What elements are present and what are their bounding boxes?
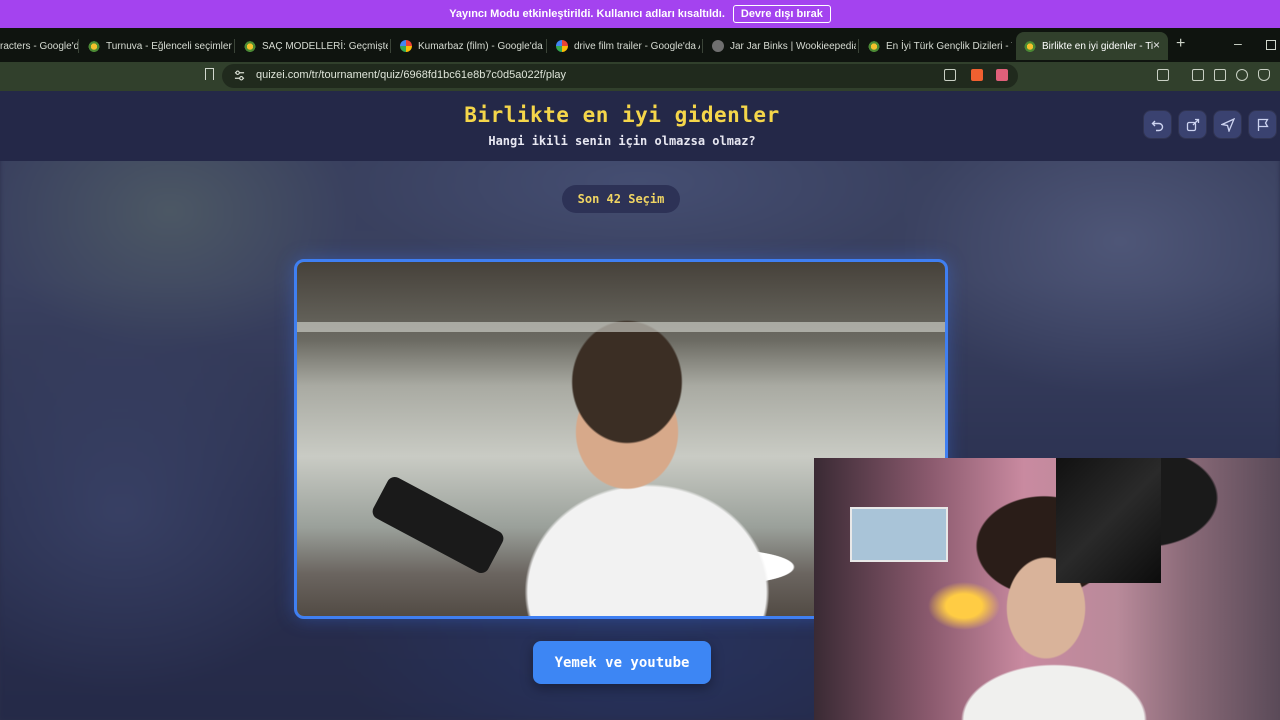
- tab-genclik-dizileri[interactable]: En İyi Türk Gençlik Dizileri - T: [860, 32, 1012, 60]
- undo-button[interactable]: [1144, 111, 1171, 138]
- url-text: quizei.com/tr/tournament/quiz/6968fd1bc6…: [256, 69, 567, 81]
- tab-divider: [702, 39, 703, 53]
- share-icon: [1186, 118, 1199, 131]
- tab-divider: [546, 39, 547, 53]
- quiz-header: Birlikte en iyi gidenler Hangi ikili sen…: [0, 91, 1280, 161]
- share-page-icon[interactable]: [944, 69, 956, 81]
- google-icon: [556, 40, 568, 52]
- tab-google-characters[interactable]: racters - Google'd: [0, 32, 78, 60]
- tab-label: Birlikte en iyi gidenler - Ti: [1042, 40, 1154, 52]
- omnibox[interactable]: quizei.com/tr/tournament/quiz/6968fd1bc6…: [222, 64, 1018, 88]
- quiz-icon: [244, 40, 256, 52]
- tab-label: Jar Jar Binks | Wookieepedia | F: [730, 40, 856, 52]
- tab-label: En İyi Türk Gençlik Dizileri - T: [886, 40, 1012, 52]
- tab-label: drive film trailer - Google'da A: [574, 40, 700, 52]
- minimize-window-button[interactable]: –: [1234, 35, 1242, 51]
- share-button[interactable]: [1179, 111, 1206, 138]
- tab-label: Kumarbaz (film) - Google'da A: [418, 40, 544, 52]
- vpn-shield-icon[interactable]: [1258, 69, 1270, 81]
- tab-drive-trailer[interactable]: drive film trailer - Google'da A: [548, 32, 700, 60]
- wallet-icon[interactable]: [1214, 69, 1226, 81]
- round-badge: Son 42 Seçim: [562, 185, 680, 213]
- tab-kumarbaz[interactable]: Kumarbaz (film) - Google'da A: [392, 32, 544, 60]
- tab-turnuva[interactable]: Turnuva - Eğlenceli seçimler y: [80, 32, 232, 60]
- tab-divider: [858, 39, 859, 53]
- maximize-window-button[interactable]: [1266, 40, 1276, 50]
- disable-streamer-mode-button[interactable]: Devre dışı bırak: [732, 5, 831, 23]
- address-bar-row: quizei.com/tr/tournament/quiz/6968fd1bc6…: [0, 62, 1280, 91]
- tab-label: Turnuva - Eğlenceli seçimler y: [106, 40, 232, 52]
- tab-divider: [78, 39, 79, 53]
- bookmark-icon[interactable]: [205, 68, 214, 80]
- new-tab-button[interactable]: +: [1176, 35, 1185, 53]
- quiz-subtitle: Hangi ikili senin için olmazsa olmaz?: [488, 134, 756, 148]
- background-monitor: [850, 507, 948, 562]
- webcam-overlay: [814, 458, 1280, 720]
- tab-divider: [234, 39, 235, 53]
- quiz-icon: [868, 40, 880, 52]
- banner-message: Yayıncı Modu etkinleştirildi. Kullanıcı …: [449, 8, 725, 20]
- google-icon: [400, 40, 412, 52]
- wall-poster: [1056, 458, 1161, 583]
- site-settings-icon[interactable]: [234, 70, 245, 81]
- brave-rewards-icon[interactable]: [996, 69, 1008, 81]
- report-button[interactable]: [1249, 111, 1276, 138]
- choice-button[interactable]: Yemek ve youtube: [533, 641, 711, 684]
- leo-ai-icon[interactable]: [1236, 69, 1248, 81]
- send-button[interactable]: [1214, 111, 1241, 138]
- tab-divider: [390, 39, 391, 53]
- undo-icon: [1151, 120, 1163, 131]
- sidebar-icon[interactable]: [1192, 69, 1204, 81]
- brave-shields-icon[interactable]: [971, 69, 983, 81]
- wookieepedia-icon: [712, 40, 724, 52]
- quiz-icon: [1024, 40, 1036, 52]
- tab-label: SAÇ MODELLERİ: Geçmişten G: [262, 40, 388, 52]
- tab-sac-modelleri[interactable]: SAÇ MODELLERİ: Geçmişten G: [236, 32, 388, 60]
- quiz-icon: [88, 40, 100, 52]
- tab-wookieepedia[interactable]: Jar Jar Binks | Wookieepedia | F: [704, 32, 856, 60]
- bookshelf-shape: [297, 322, 945, 332]
- send-icon: [1220, 117, 1235, 132]
- tab-label: racters - Google'd: [0, 40, 78, 52]
- tab-strip: racters - Google'd Turnuva - Eğlenceli s…: [0, 28, 1280, 62]
- streamer-mode-banner: Yayıncı Modu etkinleştirildi. Kullanıcı …: [0, 0, 1280, 28]
- reader-mode-icon[interactable]: [1157, 69, 1169, 81]
- tab-birlikte-active[interactable]: Birlikte en iyi gidenler - Ti ×: [1016, 32, 1168, 60]
- quiz-title: Birlikte en iyi gidenler: [464, 103, 780, 127]
- flag-icon: [1257, 118, 1269, 131]
- close-tab-icon[interactable]: ×: [1153, 38, 1160, 52]
